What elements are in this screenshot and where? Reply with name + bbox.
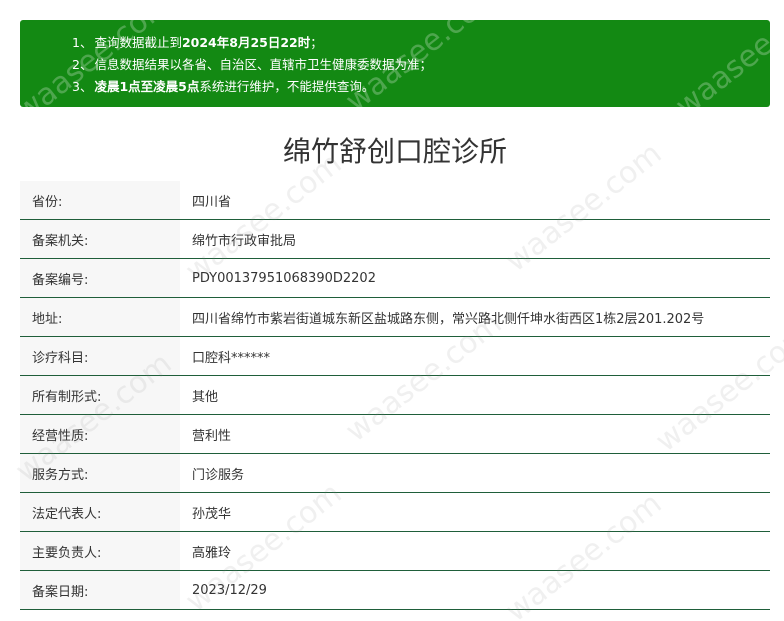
table-row-departments: 诊疗科目: 口腔科****** <box>20 337 770 376</box>
row-label: 诊疗科目: <box>20 337 180 375</box>
info-table: 省份: 四川省 备案机关: 绵竹市行政审批局 备案编号: PDY00137951… <box>20 181 770 610</box>
table-row-principal: 主要负责人: 高雅玲 <box>20 532 770 571</box>
row-label: 服务方式: <box>20 454 180 492</box>
row-value: 四川省绵竹市紫岩街道城东新区盐城路东侧，常兴路北侧仟坤水街西区1栋2层201.2… <box>192 311 705 327</box>
table-row-record-number: 备案编号: PDY00137951068390D2202 <box>20 259 770 298</box>
row-value: 口腔科****** <box>192 350 271 366</box>
table-row-service-type: 服务方式: 门诊服务 <box>20 454 770 493</box>
row-label: 法定代表人: <box>20 493 180 531</box>
row-label: 地址: <box>20 298 180 336</box>
row-value: 营利性 <box>192 428 232 444</box>
notice-line-3: 3、 凌晨1点至凌晨5点系统进行维护，不能提供查询。 <box>72 79 375 94</box>
table-row-province: 省份: 四川省 <box>20 181 770 220</box>
page: 1、 查询数据截止到2024年8月25日22时； 2、 信息数据结果以各省、自治区、… <box>0 0 784 621</box>
row-value: 绵竹市行政审批局 <box>192 233 297 249</box>
row-label: 所有制形式: <box>20 376 180 414</box>
row-label: 经营性质: <box>20 415 180 453</box>
page-title: 绵竹舒创口腔诊所 <box>282 135 507 168</box>
notice-banner: 1、 查询数据截止到2024年8月25日22时； 2、 信息数据结果以各省、自治区、… <box>20 20 770 107</box>
row-label: 备案机关: <box>20 220 180 258</box>
table-row-record-date: 备案日期: 2023/12/29 <box>20 571 770 610</box>
notice-line-1: 1、 查询数据截止到2024年8月25日22时； <box>72 35 323 50</box>
row-label: 备案编号: <box>20 259 180 297</box>
row-value: 2023/12/29 <box>192 582 267 598</box>
table-row-authority: 备案机关: 绵竹市行政审批局 <box>20 220 770 259</box>
notice-line-2: 2、 信息数据结果以各省、自治区、直辖市卫生健康委数据为准； <box>72 57 432 72</box>
row-value: 四川省 <box>192 194 232 210</box>
table-row-address: 地址: 四川省绵竹市紫岩街道城东新区盐城路东侧，常兴路北侧仟坤水街西区1栋2层2… <box>20 298 770 337</box>
row-value: PDY00137951068390D2202 <box>192 270 376 286</box>
table-row-ownership: 所有制形式: 其他 <box>20 376 770 415</box>
row-value: 高雅玲 <box>192 545 232 561</box>
table-row-legal-rep: 法定代表人: 孙茂华 <box>20 493 770 532</box>
row-value: 其他 <box>192 389 219 405</box>
row-value: 门诊服务 <box>192 467 245 483</box>
row-label: 备案日期: <box>20 571 180 609</box>
row-label: 省份: <box>20 181 180 219</box>
table-row-business-nature: 经营性质: 营利性 <box>20 415 770 454</box>
row-value: 孙茂华 <box>192 506 232 522</box>
row-label: 主要负责人: <box>20 532 180 570</box>
